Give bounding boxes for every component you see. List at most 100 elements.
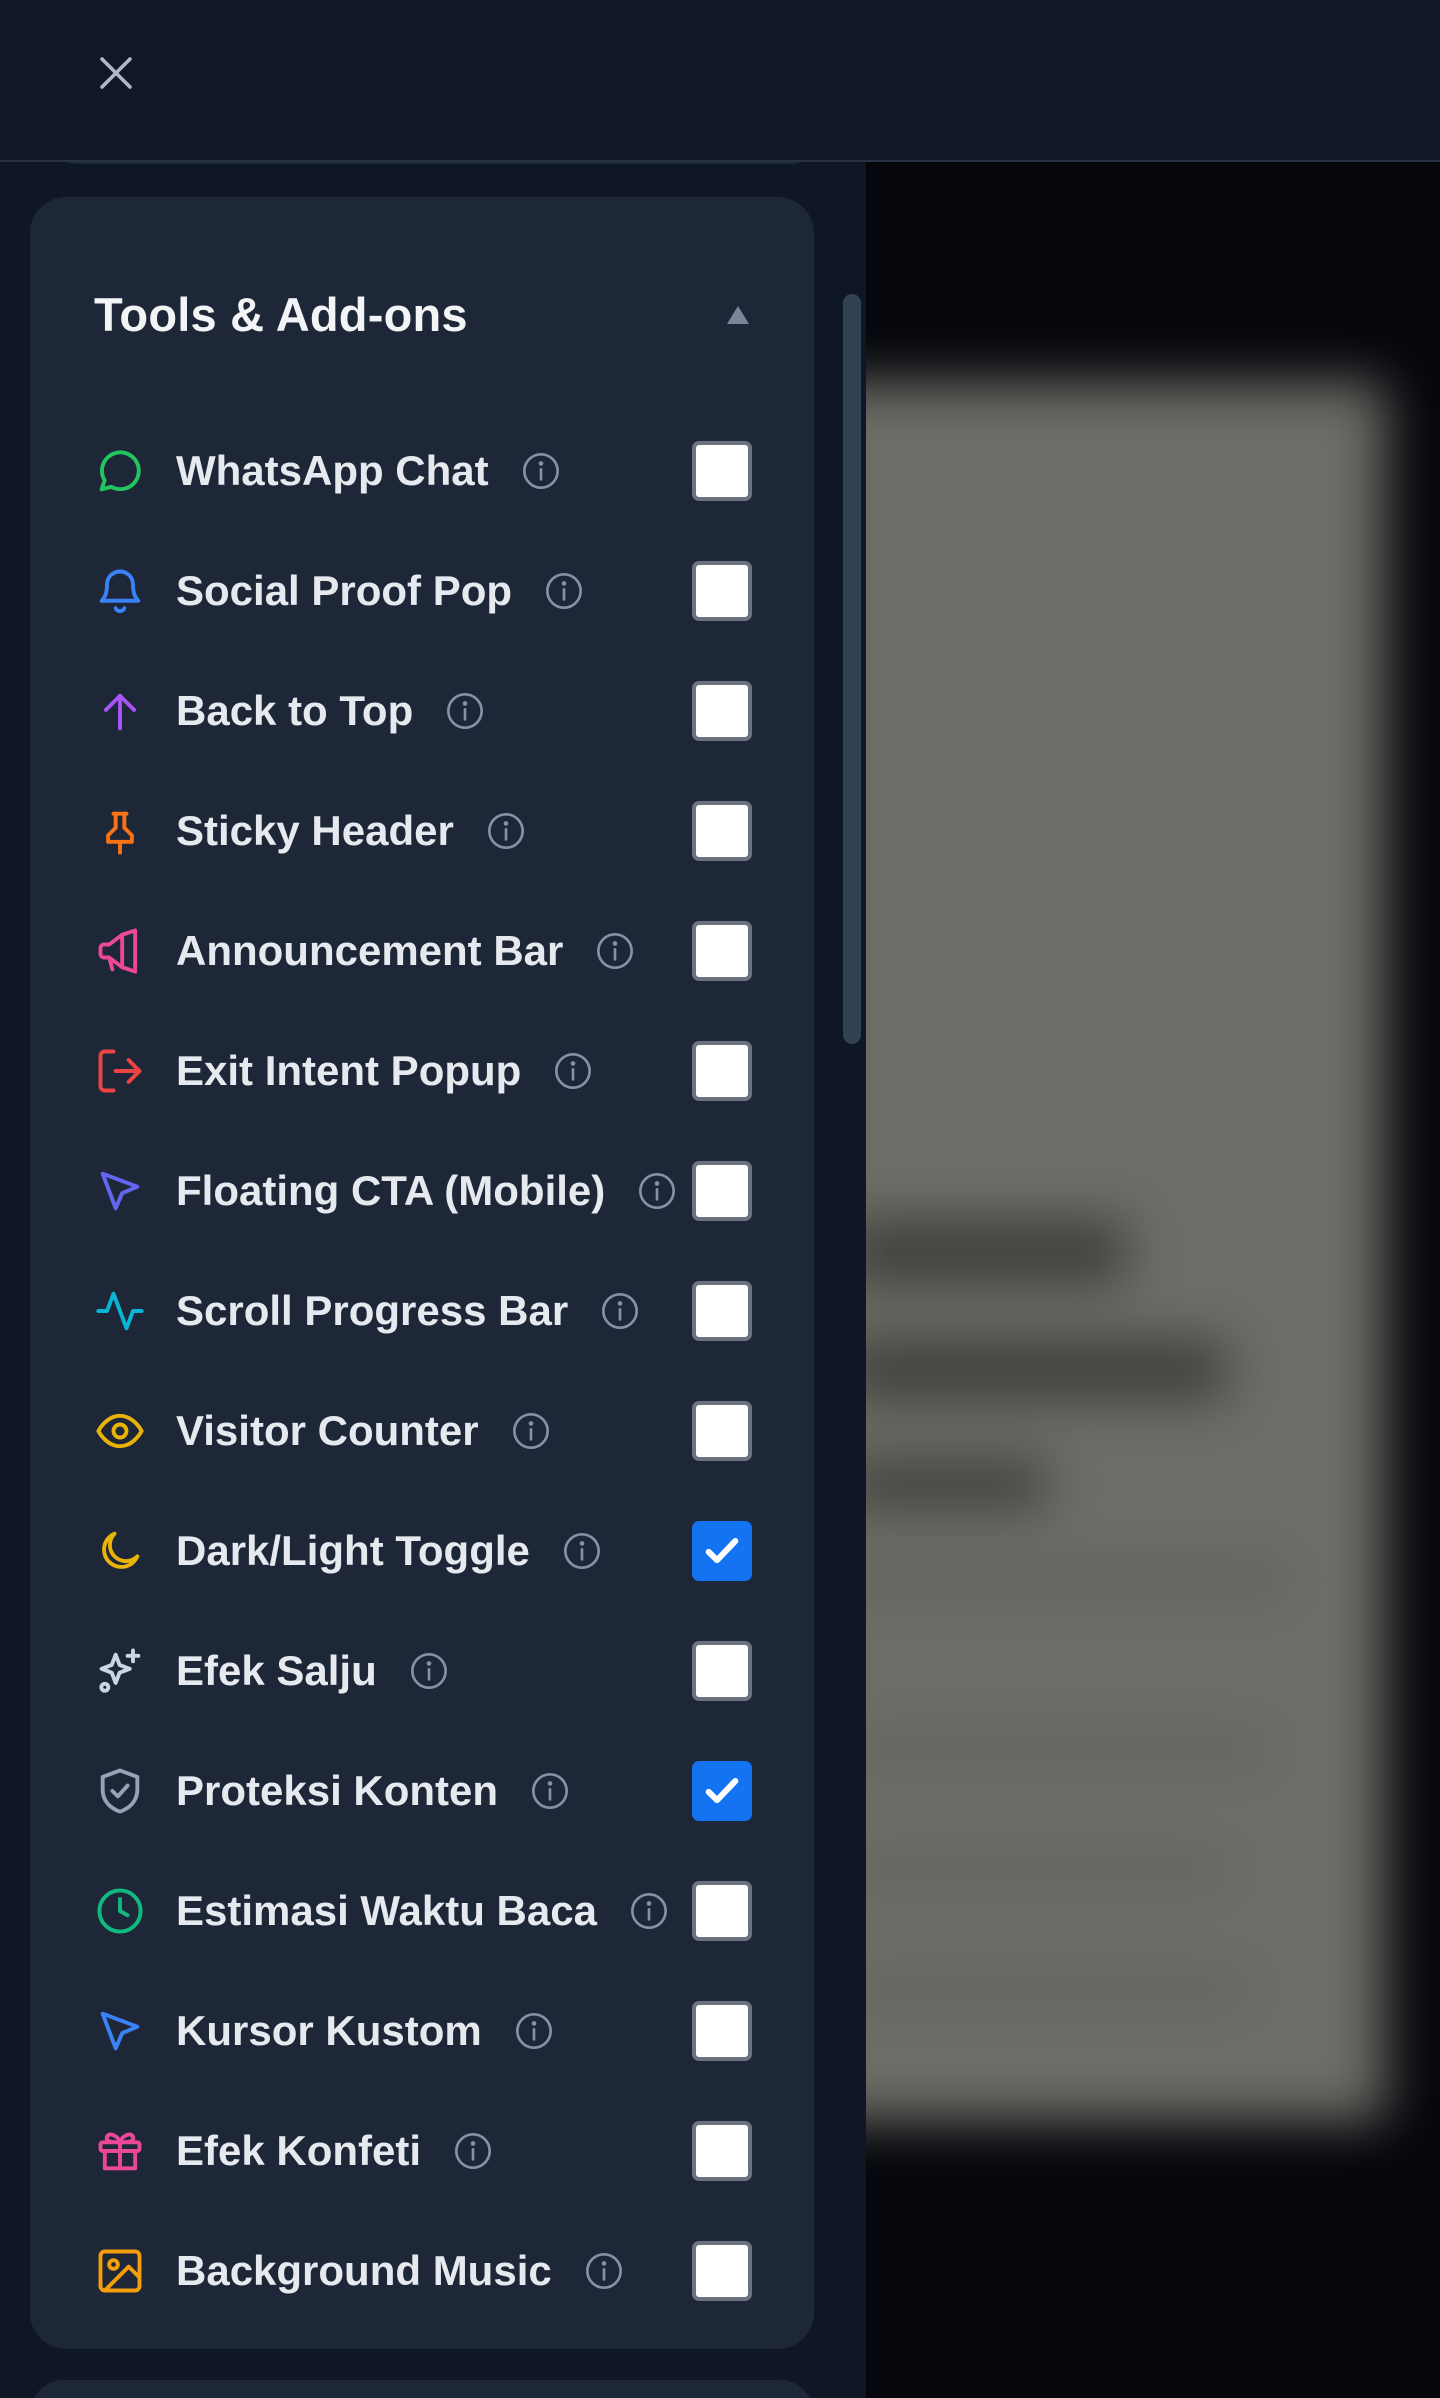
- addon-item-back-to-top[interactable]: Back to Top: [30, 651, 814, 771]
- checkbox-kursor-kustom[interactable]: [692, 2001, 752, 2061]
- tools-addons-card: Tools & Add-ons WhatsApp Chat Social Proo…: [30, 197, 814, 2349]
- addon-item-estimasi-waktu-baca[interactable]: Estimasi Waktu Baca: [30, 1851, 814, 1971]
- checkbox-background-music[interactable]: [692, 2241, 752, 2301]
- clock-icon: [94, 1885, 146, 1937]
- addon-label-group: Sticky Header: [176, 801, 526, 861]
- shield-check-icon: [94, 1765, 146, 1817]
- checkbox-proteksi-konten[interactable]: [692, 1761, 752, 1821]
- sparkles-icon: [94, 1645, 146, 1697]
- info-button[interactable]: [584, 2251, 624, 2291]
- info-button[interactable]: [514, 2011, 554, 2051]
- addon-item-scroll-progress-bar[interactable]: Scroll Progress Bar: [30, 1251, 814, 1371]
- check-icon: [705, 1778, 739, 1804]
- info-button[interactable]: [562, 1531, 602, 1571]
- addon-label: WhatsApp Chat: [176, 447, 489, 494]
- info-icon: [487, 813, 524, 849]
- info-icon: [639, 1173, 676, 1209]
- addon-label-group: Proteksi Konten: [176, 1761, 570, 1821]
- addon-label: Sticky Header: [176, 807, 454, 854]
- addon-item-announcement-bar[interactable]: Announcement Bar: [30, 891, 814, 1011]
- checkbox-sticky-header[interactable]: [692, 801, 752, 861]
- checkbox-exit-intent-popup[interactable]: [692, 1041, 752, 1101]
- info-icon: [447, 693, 484, 729]
- checkbox-floating-cta-mobile[interactable]: [692, 1161, 752, 1221]
- close-button[interactable]: [88, 45, 144, 101]
- triangle-up-icon: [727, 306, 749, 324]
- addon-label-group: Social Proof Pop: [176, 561, 584, 621]
- addon-label: Announcement Bar: [176, 927, 564, 974]
- addon-label: Efek Salju: [176, 1647, 377, 1694]
- info-button[interactable]: [595, 931, 635, 971]
- checkbox-visitor-counter[interactable]: [692, 1401, 752, 1461]
- info-button[interactable]: [409, 1651, 449, 1691]
- info-button[interactable]: [445, 691, 485, 731]
- checkbox-estimasi-waktu-baca[interactable]: [692, 1881, 752, 1941]
- close-icon: [100, 57, 132, 89]
- top-bar: [0, 0, 1440, 162]
- addon-label: Efek Konfeti: [176, 2127, 422, 2174]
- checkbox-back-to-top[interactable]: [692, 681, 752, 741]
- addon-label-group: Dark/Light Toggle: [176, 1521, 602, 1581]
- addon-label: Scroll Progress Bar: [176, 1287, 569, 1334]
- addon-item-dark-light-toggle[interactable]: Dark/Light Toggle: [30, 1491, 814, 1611]
- checkbox-efek-salju[interactable]: [692, 1641, 752, 1701]
- info-button[interactable]: [486, 811, 526, 851]
- addon-label-group: Efek Konfeti: [176, 2121, 493, 2181]
- info-button[interactable]: [511, 1411, 551, 1451]
- activity-icon: [94, 1285, 146, 1337]
- info-button[interactable]: [521, 451, 561, 491]
- addon-label: Exit Intent Popup: [176, 1047, 522, 1094]
- addon-item-sticky-header[interactable]: Sticky Header: [30, 771, 814, 891]
- checkbox-scroll-progress-bar[interactable]: [692, 1281, 752, 1341]
- info-icon: [455, 2133, 492, 2169]
- info-icon: [555, 1053, 592, 1089]
- checkbox-whatsapp-chat[interactable]: [692, 441, 752, 501]
- addon-label-group: Back to Top: [176, 681, 485, 741]
- addon-label-group: Announcement Bar: [176, 921, 635, 981]
- addon-label-group: Efek Salju: [176, 1641, 449, 1701]
- checkbox-dark-light-toggle[interactable]: [692, 1521, 752, 1581]
- cursor-pointer-icon: [94, 2005, 146, 2057]
- addon-label: Visitor Counter: [176, 1407, 479, 1454]
- gift-icon: [94, 2125, 146, 2177]
- addon-label-group: WhatsApp Chat: [176, 441, 561, 501]
- checkbox-social-proof-pop[interactable]: [692, 561, 752, 621]
- info-button[interactable]: [553, 1051, 593, 1091]
- info-button[interactable]: [544, 571, 584, 611]
- info-icon: [630, 1893, 667, 1929]
- info-icon: [546, 573, 583, 609]
- section-title: Tools & Add-ons: [94, 288, 468, 341]
- info-button[interactable]: [530, 1771, 570, 1811]
- info-icon: [410, 1653, 447, 1689]
- addon-label: Estimasi Waktu Baca: [176, 1887, 597, 1934]
- scrollbar[interactable]: [843, 294, 861, 1044]
- info-button[interactable]: [629, 1891, 669, 1931]
- checkbox-efek-konfeti[interactable]: [692, 2121, 752, 2181]
- addon-item-background-music[interactable]: Background Music: [30, 2211, 814, 2331]
- info-icon: [515, 2013, 552, 2049]
- next-section-card: [30, 2380, 814, 2398]
- collapse-button[interactable]: [718, 295, 758, 335]
- addon-item-visitor-counter[interactable]: Visitor Counter: [30, 1371, 814, 1491]
- addon-item-social-proof-pop[interactable]: Social Proof Pop: [30, 531, 814, 651]
- addon-item-efek-salju[interactable]: Efek Salju: [30, 1611, 814, 1731]
- checkbox-announcement-bar[interactable]: [692, 921, 752, 981]
- bell-icon: [94, 565, 146, 617]
- addon-item-floating-cta-mobile[interactable]: Floating CTA (Mobile): [30, 1131, 814, 1251]
- addon-item-efek-konfeti[interactable]: Efek Konfeti: [30, 2091, 814, 2211]
- moon-icon: [94, 1525, 146, 1577]
- info-button[interactable]: [637, 1171, 677, 1211]
- addon-item-exit-intent-popup[interactable]: Exit Intent Popup: [30, 1011, 814, 1131]
- info-button[interactable]: [600, 1291, 640, 1331]
- info-icon: [563, 1533, 600, 1569]
- info-icon: [597, 933, 634, 969]
- addon-item-proteksi-konten[interactable]: Proteksi Konten: [30, 1731, 814, 1851]
- addon-item-whatsapp-chat[interactable]: WhatsApp Chat: [30, 411, 814, 531]
- log-out-icon: [94, 1045, 146, 1097]
- preview-page: [866, 382, 1386, 2122]
- addon-item-kursor-kustom[interactable]: Kursor Kustom: [30, 1971, 814, 2091]
- addon-label: Dark/Light Toggle: [176, 1527, 530, 1574]
- image-icon: [94, 2245, 146, 2297]
- addon-label: Proteksi Konten: [176, 1767, 499, 1814]
- info-button[interactable]: [453, 2131, 493, 2171]
